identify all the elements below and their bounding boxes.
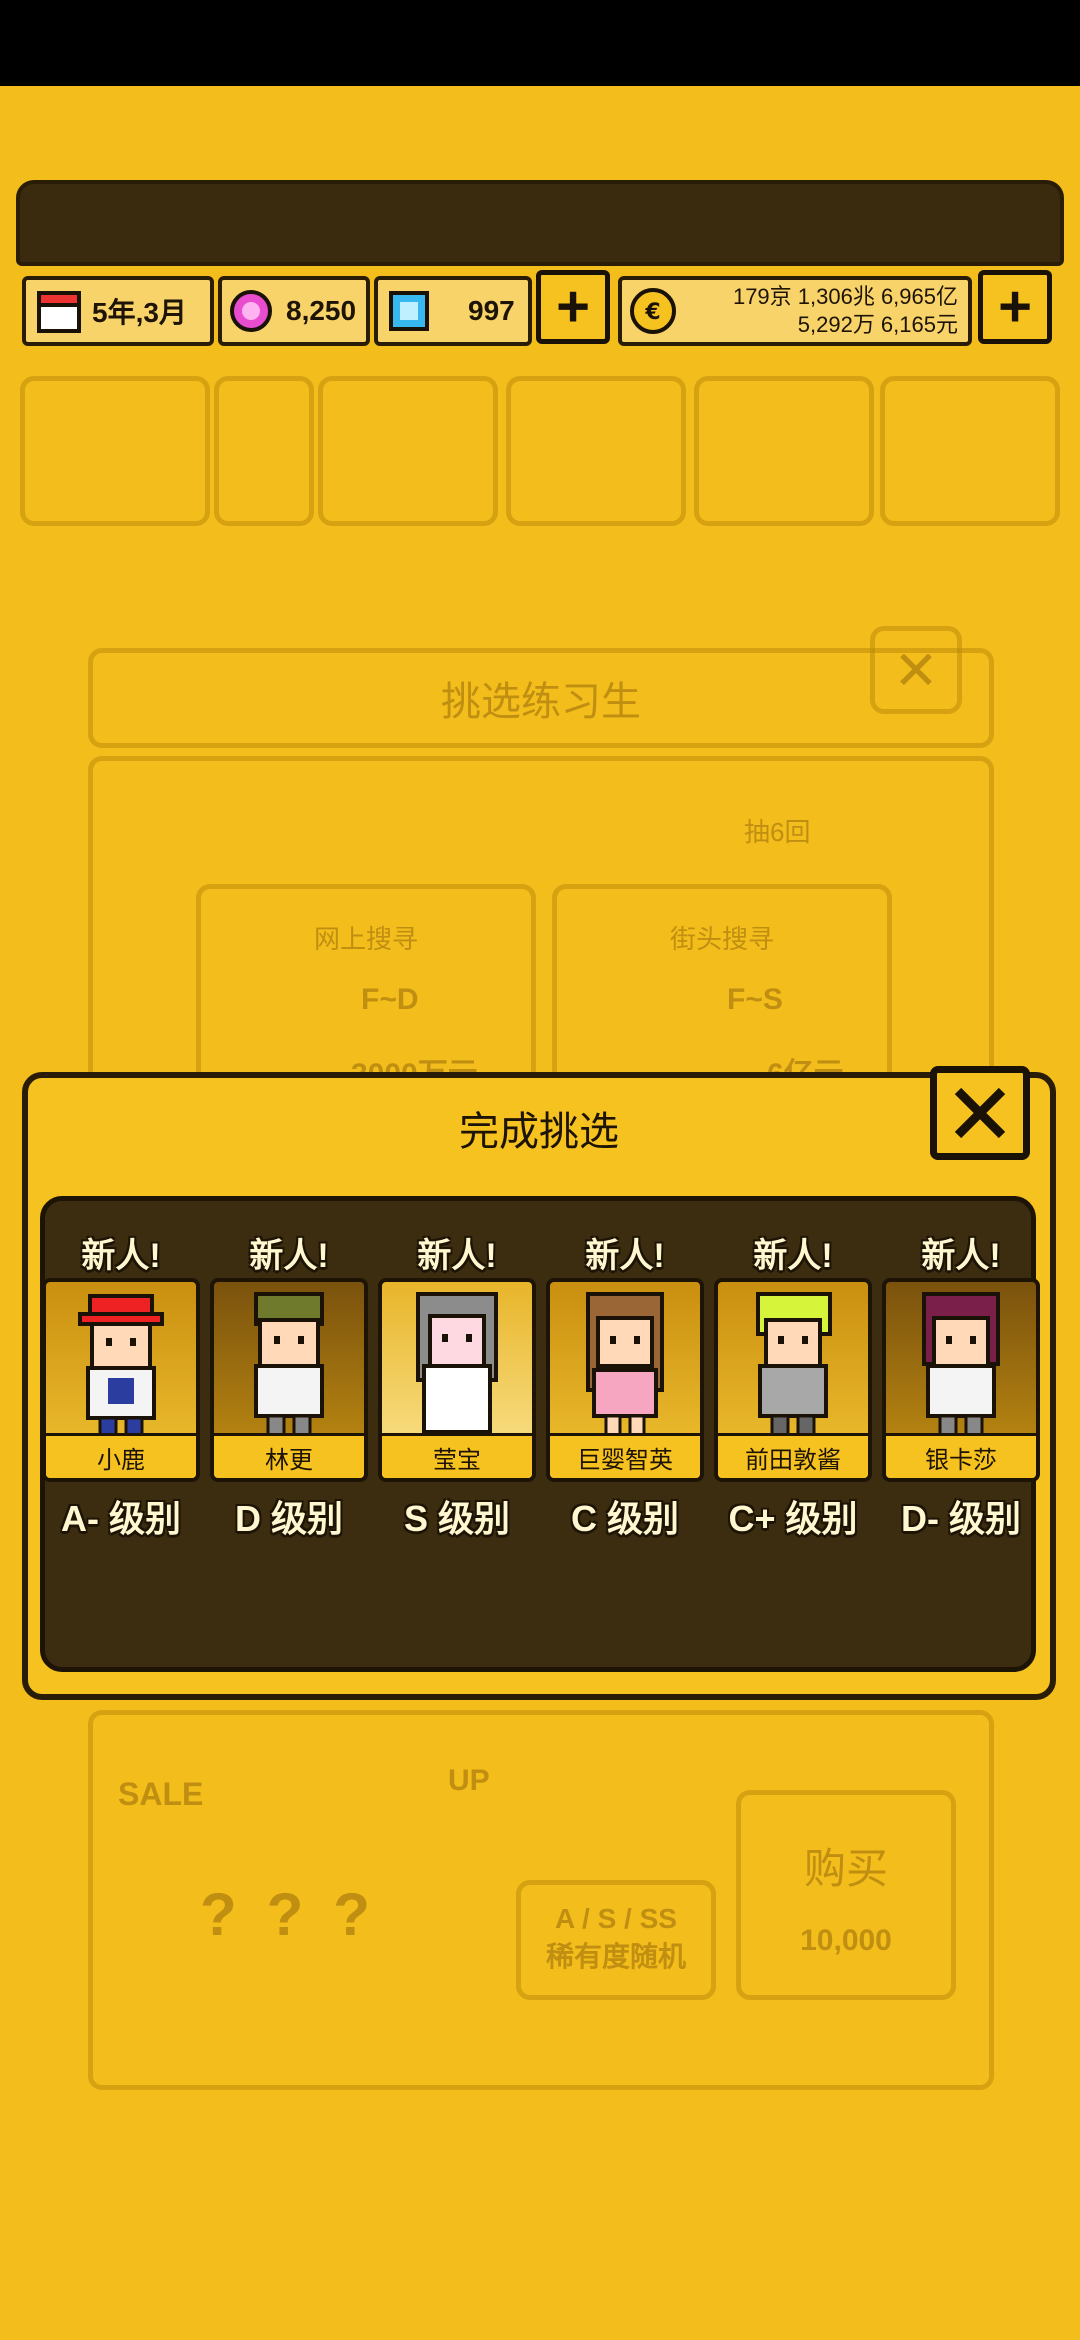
new-badge: 新人!	[81, 1237, 161, 1275]
money-line-2: 5,292万 6,165元	[797, 312, 958, 337]
money-line-1: 179京 1,306兆 6,965亿	[732, 284, 958, 309]
trainee-red-cap-icon	[78, 1294, 164, 1438]
dialog-title: 完成挑选	[459, 1110, 619, 1154]
bg-menu-tile	[694, 376, 874, 526]
bg-sale-tag: SALE	[118, 1776, 204, 1812]
trainee-grade: C 级别	[570, 1498, 679, 1539]
trainee-lime-hair-icon	[756, 1292, 832, 1438]
bg-option-street-range: F~S	[727, 983, 783, 1016]
new-badge: 新人!	[417, 1237, 497, 1275]
calendar-icon	[37, 291, 81, 333]
date-chip: 5年,3月	[22, 276, 214, 346]
bg-rarity-box: A / S / SS 稀有度随机	[516, 1880, 716, 2000]
bg-menu-tile	[318, 376, 498, 526]
close-button[interactable]	[930, 1066, 1030, 1160]
trainee-grade: D 级别	[234, 1498, 343, 1539]
bg-option-street: 街头搜寻 F~S 6亿元	[552, 884, 892, 1091]
bg-buy-button: 购买 10,000	[736, 1790, 956, 2000]
bg-rarity-line-1: A / S / SS	[555, 1903, 677, 1934]
trainee-name: 巨婴智英	[550, 1433, 700, 1478]
bg-buy-label: 购买	[803, 1845, 888, 1892]
trainee-card[interactable]: 新人! 巨婴智英 C 级别	[546, 1228, 704, 1546]
diamond-icon	[389, 291, 429, 331]
new-badge: 新人!	[921, 1237, 1001, 1275]
bg-panel-title: 挑选练习生	[441, 680, 641, 724]
new-badge: 新人!	[585, 1237, 665, 1275]
gem-count: 8,250	[286, 295, 357, 326]
trainee-portrait: 巨婴智英	[546, 1278, 704, 1482]
trainee-name: 林更	[214, 1433, 364, 1478]
bg-draw-label: 抽6回	[744, 817, 811, 847]
add-money-button[interactable]: +	[978, 270, 1052, 344]
bg-up-tag: UP	[448, 1764, 490, 1797]
trainee-card[interactable]: 新人! 小鹿 A- 级别	[42, 1228, 200, 1546]
trainee-grade: D- 级别	[901, 1498, 1021, 1539]
close-icon	[954, 1087, 1006, 1139]
top-title-bar	[16, 180, 1064, 266]
money-chip: € 179京 1,306兆 6,965亿 5,292万 6,165元	[618, 276, 972, 346]
trainee-name: 前田敦酱	[718, 1433, 868, 1478]
trainee-card[interactable]: 新人! 前田敦酱 C+ 级别	[714, 1228, 872, 1546]
trainee-portrait: 银卡莎	[882, 1278, 1040, 1482]
bg-panel-header: 挑选练习生	[88, 648, 994, 748]
gem-chip: 8,250	[218, 276, 370, 346]
status-bar	[0, 0, 1080, 86]
trainee-name: 银卡莎	[886, 1433, 1036, 1478]
bg-option-street-title: 街头搜寻	[669, 924, 774, 954]
bg-close-button: ✕	[870, 626, 962, 714]
trainee-grade: C+ 级别	[728, 1498, 858, 1539]
bg-menu-tile	[880, 376, 1060, 526]
trainee-portrait: 莹宝	[378, 1278, 536, 1482]
new-badge: 新人!	[753, 1237, 833, 1275]
svg-text:€: €	[644, 300, 660, 325]
bg-option-online-range: F~D	[361, 983, 419, 1016]
bg-rarity-line-2: 稀有度随机	[545, 1941, 686, 1972]
trainee-card[interactable]: 新人! 莹宝 S 级别	[378, 1228, 536, 1546]
trainee-olive-hair-icon	[254, 1292, 324, 1438]
bg-menu-tile	[214, 376, 314, 526]
add-diamond-button[interactable]: +	[536, 270, 610, 344]
trainee-plum-hair-icon	[922, 1292, 1000, 1438]
date-text: 5年,3月	[92, 297, 187, 328]
bg-option-online-title: 网上搜寻	[313, 924, 418, 954]
pink-gem-icon	[230, 290, 272, 332]
trainee-name: 莹宝	[382, 1433, 532, 1478]
trainee-grade: S 级别	[403, 1498, 510, 1539]
bg-option-online: 网上搜寻 F~D 3000万元	[196, 884, 536, 1091]
trainee-grade: A- 级别	[61, 1498, 181, 1539]
trainee-portrait: 前田敦酱	[714, 1278, 872, 1482]
trainee-portrait: 林更	[210, 1278, 368, 1482]
diamond-count: 997	[468, 295, 515, 326]
bg-menu-tile	[20, 376, 210, 526]
trainee-name: 小鹿	[46, 1433, 196, 1478]
coin-icon: €	[630, 288, 676, 334]
trainee-brown-hair-icon	[586, 1292, 664, 1438]
trainee-portrait: 小鹿	[42, 1278, 200, 1482]
trainee-card[interactable]: 新人! 林更 D 级别	[210, 1228, 368, 1546]
bg-mystery-marks: ???	[200, 1881, 400, 1948]
bg-menu-tile	[506, 376, 686, 526]
bg-buy-cost: 10,000	[800, 1924, 892, 1957]
trainee-card[interactable]: 新人! 银卡莎 D- 级别	[882, 1228, 1040, 1546]
trainee-silver-hair-icon	[416, 1292, 498, 1434]
new-badge: 新人!	[249, 1237, 329, 1275]
diamond-chip: 997	[374, 276, 532, 346]
